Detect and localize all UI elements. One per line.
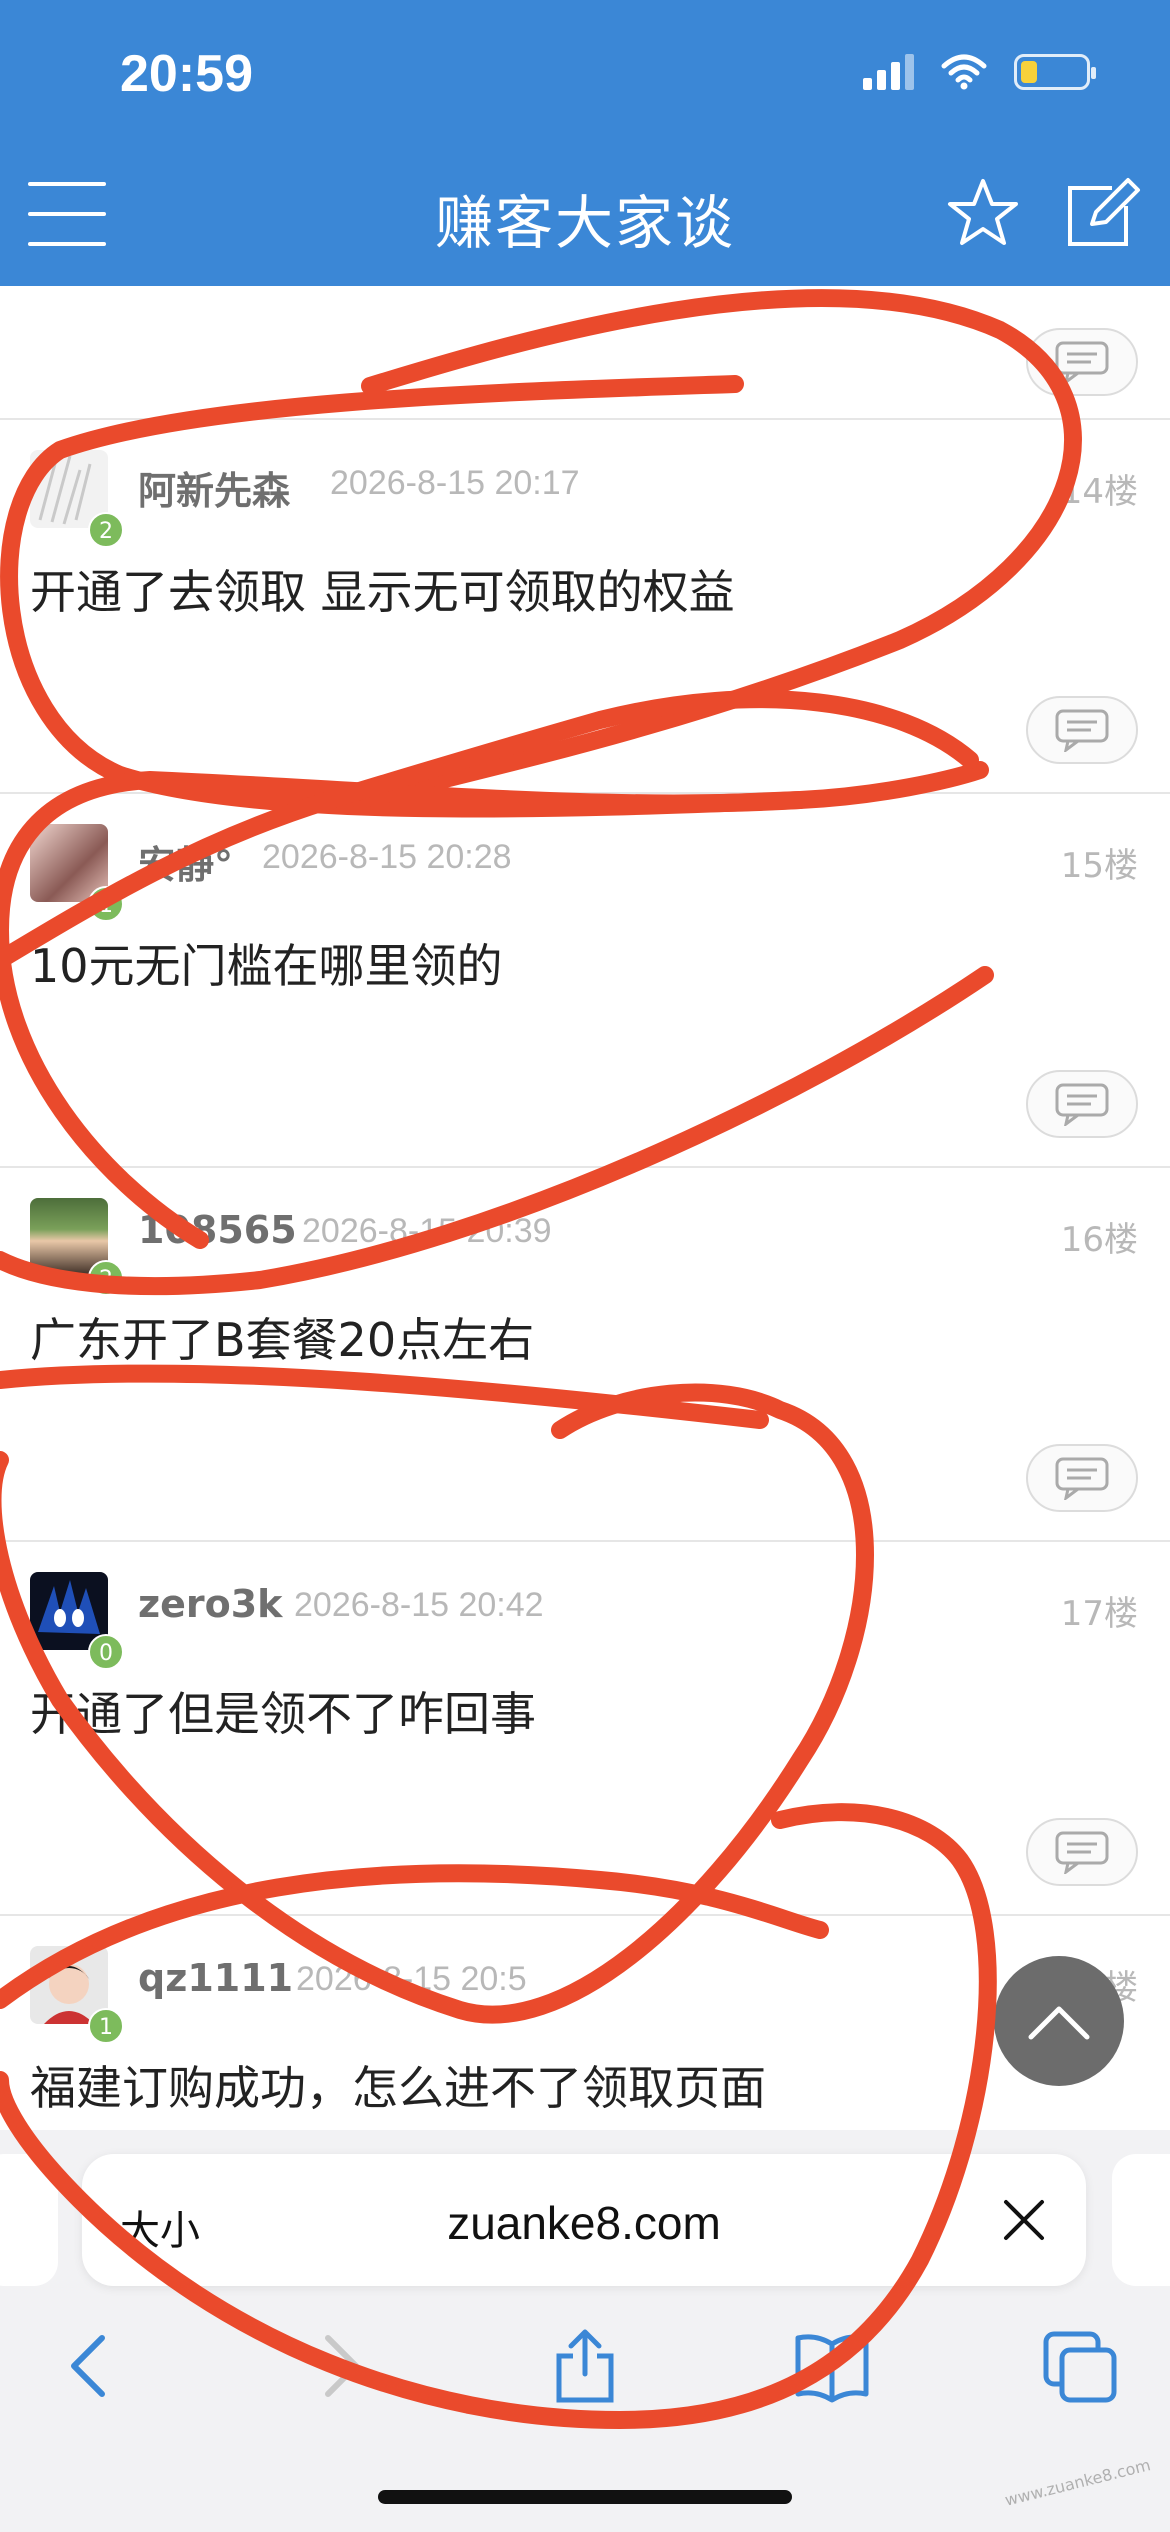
back-icon[interactable]	[50, 2328, 130, 2404]
forward-icon[interactable]	[300, 2328, 380, 2404]
watermark: www.zuanke8.com	[1002, 2455, 1153, 2510]
tabs-icon[interactable]	[1040, 2328, 1120, 2404]
share-icon[interactable]	[545, 2328, 625, 2404]
post-time: 2026-8-15 20:5	[296, 1960, 527, 1998]
battery-icon	[1014, 54, 1096, 90]
comment-icon	[1055, 1831, 1109, 1874]
post-list: 2 阿新先森 2026-8-15 20:17 14楼 开通了去领取 显示无可领取…	[0, 286, 1170, 2290]
close-icon[interactable]	[1000, 2196, 1048, 2244]
next-tab-stub[interactable]	[1112, 2154, 1170, 2286]
post-time: 2026-8-15 20:42	[294, 1586, 544, 1624]
comment-icon	[1055, 1457, 1109, 1500]
floor-number: 14楼	[1060, 472, 1138, 512]
username[interactable]: zero3k	[138, 1582, 282, 1626]
edit-icon[interactable]	[1062, 176, 1142, 250]
post-content: 广东开了B套餐20点左右	[30, 1313, 535, 1367]
chevron-up-icon	[1028, 2006, 1090, 2040]
username[interactable]: 阿新先森	[138, 460, 290, 515]
post-content: 开通了去领取 显示无可领取的权益	[30, 565, 735, 619]
floor-number: 17楼	[1060, 1594, 1138, 1634]
floor-number: 16楼	[1060, 1220, 1138, 1260]
reply-button[interactable]	[1026, 1818, 1138, 1886]
floor-number: 15楼	[1060, 846, 1138, 886]
level-badge: 2	[88, 512, 124, 548]
app-header: 赚客大家谈	[0, 140, 1170, 286]
star-icon[interactable]	[946, 176, 1020, 250]
previous-tab-stub[interactable]	[0, 2154, 58, 2286]
username[interactable]: 安静°	[138, 834, 233, 889]
reply-button[interactable]	[1026, 1444, 1138, 1512]
bookmarks-icon[interactable]	[792, 2328, 872, 2404]
post-time: 2026-8-15 20:17	[330, 464, 580, 502]
previous-post-stub	[0, 286, 1170, 420]
wifi-icon	[941, 54, 987, 90]
comment-icon	[1055, 709, 1109, 752]
post-item[interactable]: 2 108565 2026-8-15 20:39 16楼 广东开了B套餐20点左…	[0, 1168, 1170, 1542]
status-bar: 20:59	[0, 0, 1170, 140]
post-content: 开通了但是领不了咋回事	[30, 1687, 536, 1741]
reply-button[interactable]	[1026, 328, 1138, 396]
home-indicator	[378, 2490, 792, 2504]
signal-icon	[863, 54, 914, 90]
reply-button[interactable]	[1026, 696, 1138, 764]
post-item[interactable]: 0 zero3k 2026-8-15 20:42 17楼 开通了但是领不了咋回事	[0, 1542, 1170, 1916]
status-icons	[863, 54, 1096, 90]
level-badge: 2	[88, 1260, 124, 1296]
post-time: 2026-8-15 20:39	[302, 1212, 552, 1250]
level-badge: 0	[88, 1634, 124, 1670]
address-tray: 大小 zuanke8.com	[0, 2130, 1170, 2296]
level-badge: 1	[88, 886, 124, 922]
comment-icon	[1055, 1083, 1109, 1126]
address-bar[interactable]: 大小 zuanke8.com	[82, 2154, 1086, 2286]
post-item[interactable]: 2 阿新先森 2026-8-15 20:17 14楼 开通了去领取 显示无可领取…	[0, 420, 1170, 794]
status-time: 20:59	[120, 45, 253, 103]
post-time: 2026-8-15 20:28	[262, 838, 512, 876]
post-content: 10元无门槛在哪里领的	[30, 939, 503, 993]
post-content: 福建订购成功，怎么进不了领取页面	[30, 2061, 766, 2115]
reply-button[interactable]	[1026, 1070, 1138, 1138]
comment-icon	[1055, 341, 1109, 384]
level-badge: 1	[88, 2008, 124, 2044]
post-item[interactable]: 1 安静° 2026-8-15 20:28 15楼 10元无门槛在哪里领的	[0, 794, 1170, 1168]
username[interactable]: qz1111	[138, 1956, 293, 2000]
username[interactable]: 108565	[138, 1208, 297, 1252]
url-text[interactable]: zuanke8.com	[82, 2196, 1086, 2250]
scroll-to-top-button[interactable]	[994, 1956, 1124, 2086]
